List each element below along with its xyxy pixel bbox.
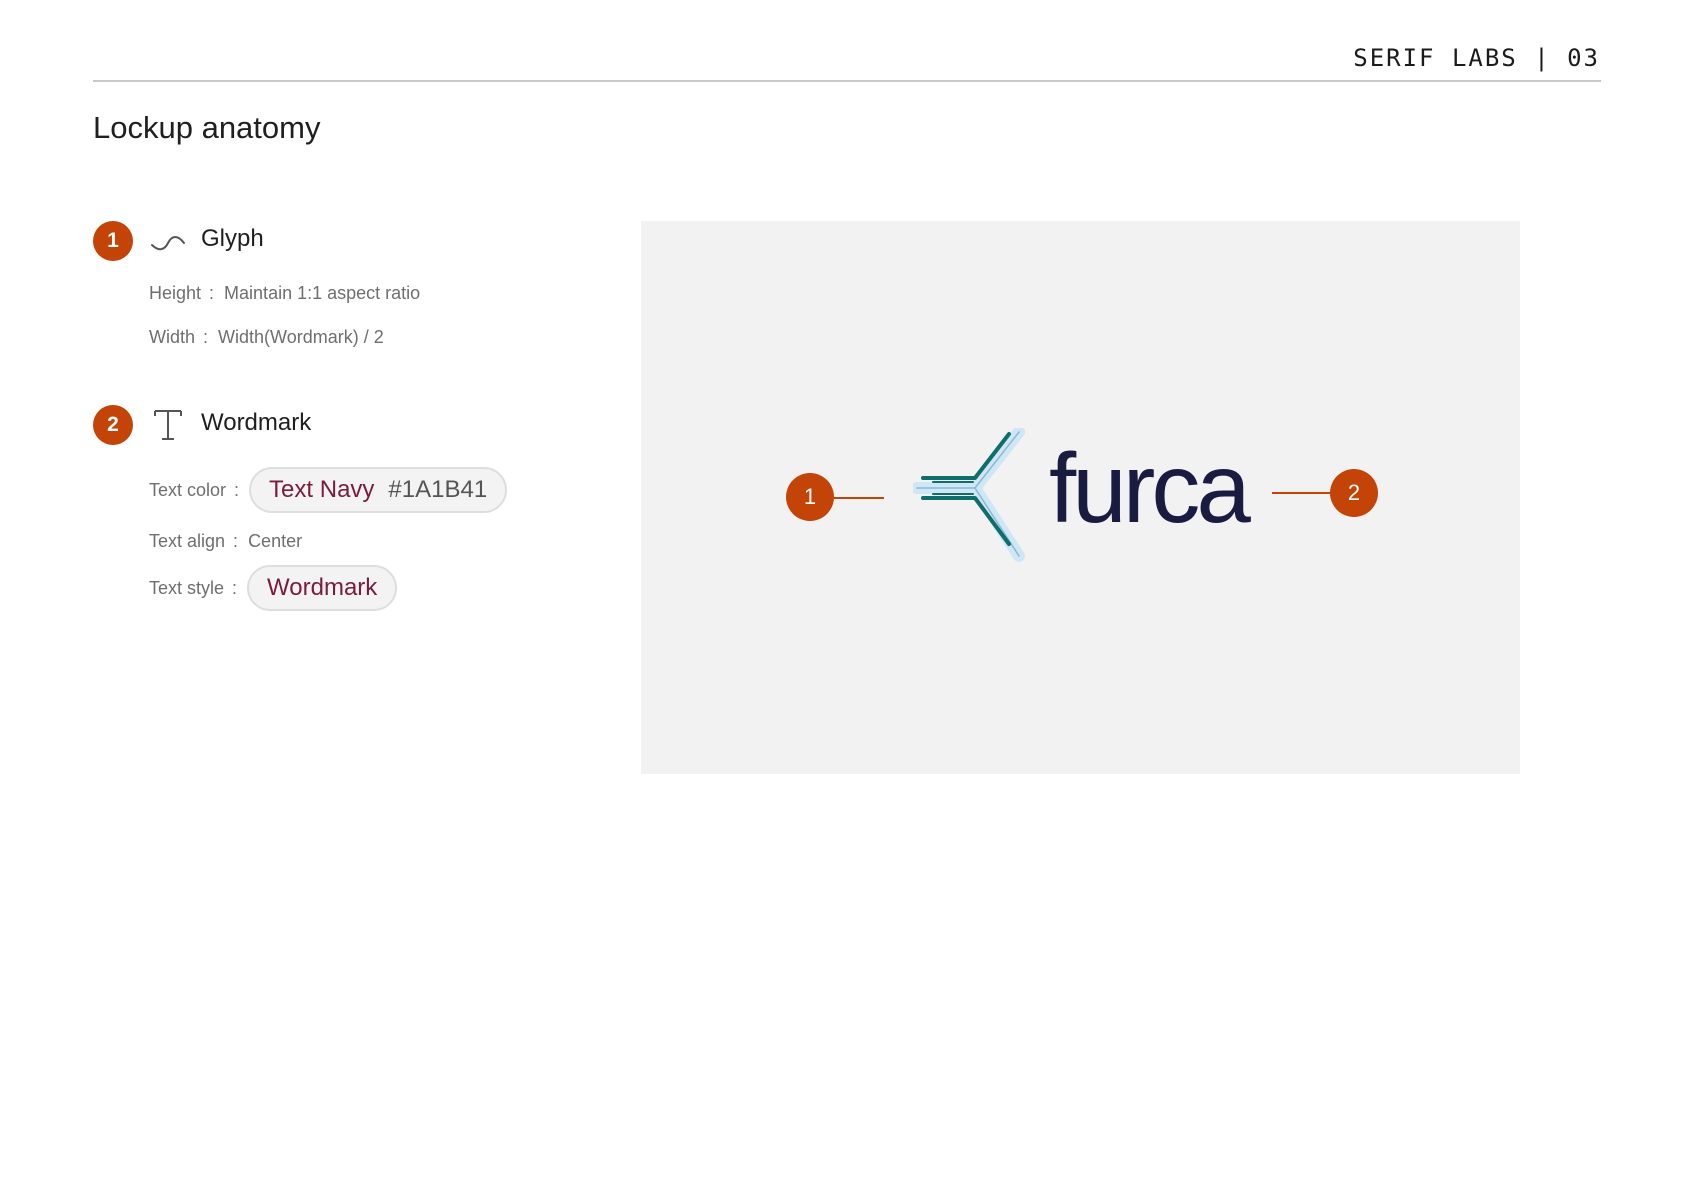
- prop-label: Width: [149, 327, 196, 347]
- prop-label: Height: [149, 283, 202, 303]
- section-header: 1 Glyph: [93, 221, 593, 261]
- number-badge: 2: [93, 405, 133, 445]
- prop-label: Text align: [149, 531, 226, 551]
- callout-glyph-line: [834, 497, 884, 499]
- prop-width: Width : Width(Wordmark) / 2: [149, 327, 384, 347]
- section-title: Glyph: [201, 225, 264, 252]
- furca-wordmark: furca: [1049, 433, 1251, 543]
- header-brand: SERIF LABS | 03: [1353, 44, 1600, 72]
- prop-label: Text style: [149, 577, 225, 598]
- prop-text-color: Text color : Text Navy #1A1B41: [149, 467, 508, 513]
- callout-wordmark-line: [1272, 492, 1332, 494]
- number-badge: 1: [93, 221, 133, 261]
- prop-value: Maintain 1:1 aspect ratio: [224, 283, 421, 303]
- section-glyph: 1 Glyph Height : Maintain 1:1 aspect rat…: [93, 221, 593, 347]
- callout-glyph: 1: [786, 473, 834, 521]
- wave-icon: [150, 223, 186, 259]
- lockup-preview-panel: 1 furca 2: [641, 221, 1520, 774]
- prop-value: Width(Wordmark) / 2: [218, 327, 384, 347]
- prop-text-style: Text style : Wordmark: [149, 565, 398, 611]
- callout-wordmark: 2: [1330, 469, 1378, 517]
- prop-text-align: Text align : Center: [149, 531, 303, 551]
- section-header: 2 Wordmark: [93, 405, 593, 445]
- header-divider: [93, 80, 1601, 82]
- page-title: Lockup anatomy: [93, 110, 321, 145]
- furca-glyph-icon: [913, 428, 1025, 562]
- color-token-pill[interactable]: Text Navy #1A1B41: [249, 467, 508, 513]
- prop-height: Height : Maintain 1:1 aspect ratio: [149, 283, 421, 303]
- section-wordmark: 2 Wordmark Text color : Text Navy #1A1B4…: [93, 405, 593, 611]
- color-token-name: Text Navy: [269, 476, 375, 503]
- section-title: Wordmark: [201, 409, 312, 436]
- prop-value: Center: [248, 531, 303, 551]
- text-icon: [150, 407, 186, 443]
- prop-label: Text color: [149, 479, 227, 500]
- text-style-name: Wordmark: [267, 574, 378, 601]
- text-style-pill[interactable]: Wordmark: [247, 565, 398, 611]
- color-token-hex: #1A1B41: [388, 476, 488, 503]
